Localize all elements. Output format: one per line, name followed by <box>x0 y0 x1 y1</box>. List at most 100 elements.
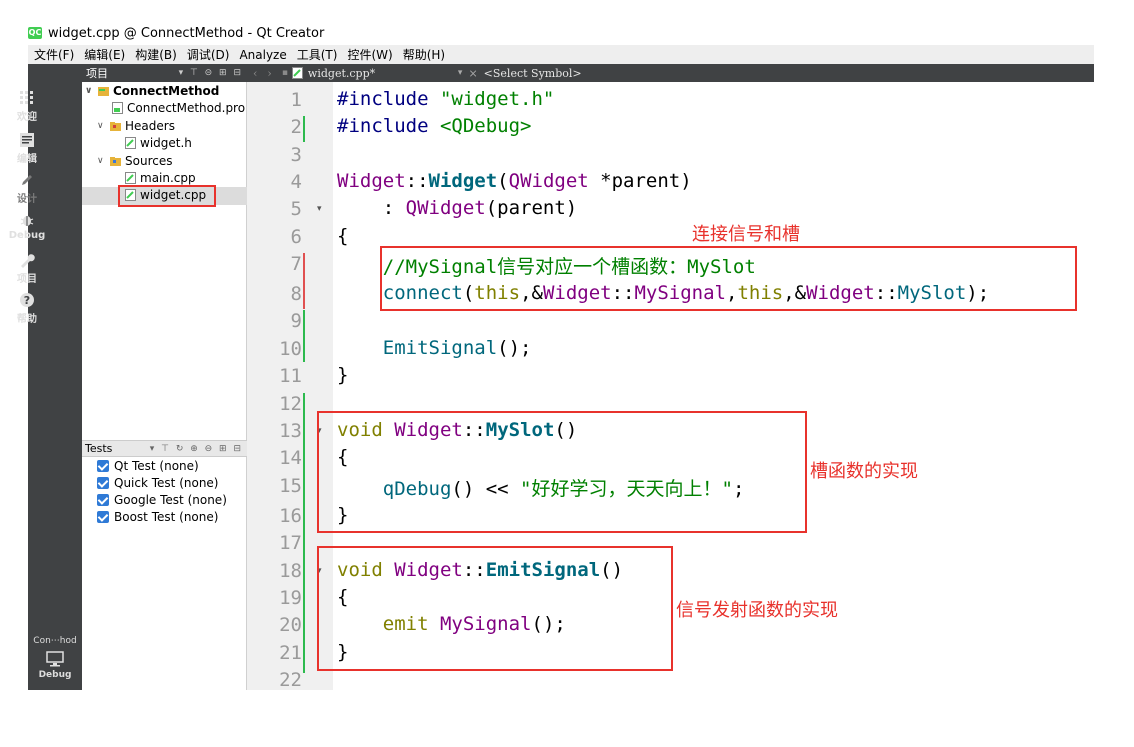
mode-welcome[interactable]: 欢迎 <box>0 90 54 123</box>
code-line-10: EmitSignal(); <box>382 337 532 359</box>
connect-highlight-box <box>380 246 1077 311</box>
menu-build[interactable]: 构建(B) <box>135 46 177 63</box>
cpp-file-icon <box>125 172 136 184</box>
window-title: widget.cpp @ ConnectMethod - Qt Creator <box>48 25 325 41</box>
tree-item-project[interactable]: ∨ ConnectMethod <box>85 84 219 98</box>
line-number: 5 <box>290 198 302 220</box>
test-qt[interactable]: Qt Test (none) <box>97 459 199 473</box>
mode-label: 编辑 <box>17 154 37 165</box>
back-arrow-icon[interactable]: ‹ <box>253 67 257 80</box>
menu-help[interactable]: 帮助(H) <box>403 46 445 63</box>
menu-tools[interactable]: 工具(T) <box>297 46 338 63</box>
line-number: 22 <box>279 669 302 691</box>
menu-bar: 文件(F) 编辑(E) 构建(B) 调试(D) Analyze 工具(T) 控件… <box>28 45 1094 64</box>
tree-item-widget-h[interactable]: widget.h <box>125 136 192 150</box>
project-pane-header: 项目 ▾ ⊤ ⊝ ⊞ ⊟ <box>82 64 247 82</box>
qt-creator-window: QC widget.cpp @ ConnectMethod - Qt Creat… <box>0 0 1134 747</box>
checkbox-checked[interactable] <box>97 511 109 523</box>
mode-edit[interactable]: 编辑 <box>0 132 54 165</box>
code-line-1: #include "widget.h" <box>337 88 555 110</box>
tests-pane-controls[interactable]: ▾ ⊤ ↻ ⊕ ⊖ ⊞ ⊟ <box>150 444 243 454</box>
line-number: 2 <box>290 116 302 138</box>
mode-label: Debug <box>8 230 46 241</box>
line-number: 3 <box>290 144 302 166</box>
line-number: 14 <box>279 447 302 469</box>
line-number: 11 <box>279 365 302 387</box>
test-boost[interactable]: Boost Test (none) <box>97 510 218 524</box>
lock-icon[interactable]: ▪ <box>282 68 288 78</box>
close-icon[interactable]: × <box>468 67 477 80</box>
annotation-emit: 信号发射函数的实现 <box>676 600 838 621</box>
line-number: 8 <box>290 283 302 305</box>
tree-item-main-cpp[interactable]: main.cpp <box>125 171 196 185</box>
checkbox-checked[interactable] <box>97 477 109 489</box>
test-google[interactable]: Google Test (none) <box>97 493 227 507</box>
tests-pane-title: Tests <box>85 442 113 455</box>
annotation-slot: 槽函数的实现 <box>810 461 918 482</box>
fold-arrow-icon[interactable]: ▾ <box>317 204 322 214</box>
code-line-11: } <box>337 364 349 386</box>
line-number: 6 <box>290 226 302 248</box>
cpp-file-icon <box>291 67 303 79</box>
menu-debug[interactable]: 调试(D) <box>187 46 230 63</box>
mode-label: 帮助 <box>17 314 37 325</box>
checkbox-checked[interactable] <box>97 460 109 472</box>
edit-icon <box>20 133 34 147</box>
wrench-icon <box>21 254 35 268</box>
title-bar: QC widget.cpp @ ConnectMethod - Qt Creat… <box>28 22 324 44</box>
pen-icon <box>22 175 32 185</box>
line-number: 17 <box>279 532 302 554</box>
grid-icon <box>20 91 33 104</box>
menu-file[interactable]: 文件(F) <box>34 46 74 63</box>
line-number: 1 <box>290 89 302 111</box>
emit-highlight-box <box>317 546 673 671</box>
project-pane-title: 项目 <box>86 67 108 80</box>
project-icon <box>98 87 109 96</box>
kit-selector[interactable]: Con⋯hod Debug <box>28 636 82 680</box>
tree-item-pro-file[interactable]: ConnectMethod.pro <box>112 101 245 115</box>
line-number: 7 <box>290 253 302 275</box>
line-number: 10 <box>279 338 302 360</box>
symbol-selector[interactable]: <Select Symbol> <box>484 67 582 80</box>
svg-text:?: ? <box>24 294 30 307</box>
tree-item-headers[interactable]: ∨ Headers <box>97 119 175 133</box>
menu-controls[interactable]: 控件(W) <box>347 46 392 63</box>
line-number: 21 <box>279 642 302 664</box>
help-icon: ? <box>20 293 34 307</box>
line-number: 20 <box>279 614 302 636</box>
line-number: 4 <box>290 171 302 193</box>
line-number: 9 <box>290 310 302 332</box>
mode-debug[interactable]: Debug <box>0 212 54 241</box>
mode-help[interactable]: ? 帮助 <box>0 292 54 325</box>
folder-icon <box>110 122 121 131</box>
slot-highlight-box <box>317 411 807 533</box>
mode-label: 设计 <box>17 194 37 205</box>
tree-item-sources[interactable]: ∨ Sources <box>97 154 172 168</box>
line-number: 13 <box>279 420 302 442</box>
change-marker <box>303 310 305 362</box>
project-pane-controls[interactable]: ▾ ⊤ ⊝ ⊞ ⊟ <box>179 68 243 78</box>
code-line-2: #include <QDebug> <box>337 115 532 137</box>
change-marker <box>303 253 305 309</box>
code-line-4: Widget::Widget(QWidget *parent) <box>337 170 692 192</box>
code-line-5: : QWidget(parent) <box>337 197 578 219</box>
mode-design[interactable]: 设计 <box>0 172 54 205</box>
forward-arrow-icon[interactable]: › <box>267 67 271 80</box>
code-line-6: { <box>337 225 349 247</box>
test-quick[interactable]: Quick Test (none) <box>97 476 219 490</box>
line-number: 12 <box>279 393 302 415</box>
change-marker <box>303 393 305 673</box>
monitor-icon <box>46 651 64 667</box>
annotation-connect: 连接信号和槽 <box>692 224 800 245</box>
line-number: 18 <box>279 560 302 582</box>
kit-project-label: Con⋯hod <box>33 636 77 646</box>
checkbox-checked[interactable] <box>97 494 109 506</box>
widget-cpp-highlight-box <box>118 185 216 207</box>
file-dropdown-icon[interactable]: ▾ <box>458 68 463 78</box>
menu-edit[interactable]: 编辑(E) <box>84 46 125 63</box>
mode-projects[interactable]: 项目 <box>0 252 54 285</box>
file-tab[interactable]: widget.cpp* <box>308 67 458 80</box>
folder-icon <box>110 157 121 166</box>
line-number: 19 <box>279 587 302 609</box>
menu-analyze[interactable]: Analyze <box>239 48 286 62</box>
